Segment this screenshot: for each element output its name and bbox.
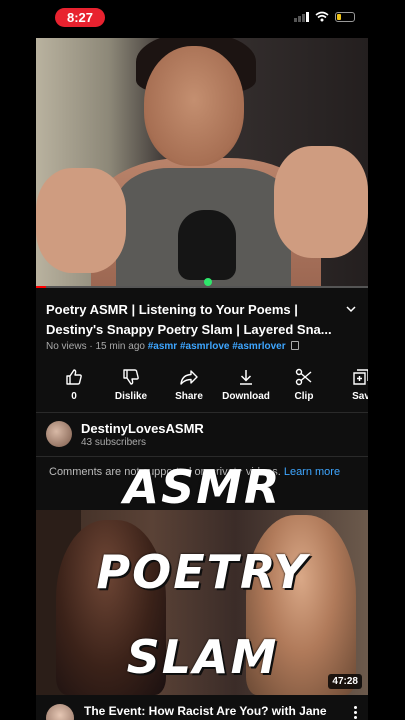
status-bar: 8:27 [0, 0, 405, 36]
chevron-down-icon[interactable] [344, 302, 358, 316]
video-progress-fill [36, 286, 46, 288]
thumbs-up-icon [66, 369, 82, 385]
video-player[interactable] [36, 38, 368, 288]
like-count: 0 [71, 391, 77, 402]
channel-name[interactable]: DestinyLovesASMR [81, 421, 204, 436]
share-label: Share [175, 391, 203, 402]
wifi-icon [315, 11, 329, 22]
more-options-icon[interactable] [354, 706, 358, 720]
share-icon [180, 370, 198, 385]
status-icons [294, 11, 355, 22]
thumbs-down-icon [123, 369, 139, 385]
save-button[interactable]: Sav [331, 368, 368, 402]
dislike-button[interactable]: Dislike [101, 368, 161, 402]
video-title[interactable]: Poetry ASMR | Listening to Your Poems | … [46, 300, 336, 340]
hashtag[interactable]: #asmrlove [180, 341, 229, 352]
save-label: Sav [352, 391, 368, 402]
hashtag[interactable]: #asmr [148, 341, 177, 352]
video-meta: No views · 15 min ago #asmr #asmrlove #a… [46, 341, 300, 352]
download-button[interactable]: Download [216, 368, 276, 402]
next-video-title[interactable]: The Event: How Racist Are You? with Jane [84, 704, 327, 718]
clip-button[interactable]: Clip [274, 368, 334, 402]
avatar[interactable] [46, 704, 74, 720]
status-time: 8:27 [55, 8, 105, 27]
like-button[interactable]: 0 [44, 368, 104, 402]
divider [36, 456, 368, 457]
subscriber-count: 43 subscribers [81, 437, 147, 448]
learn-more-link[interactable]: Learn more [284, 466, 340, 478]
download-label: Download [222, 391, 270, 402]
next-video-row[interactable]: The Event: How Racist Are You? with Jane [36, 700, 368, 720]
comments-notice: Comments are not supported on private vi… [49, 466, 341, 478]
duration-badge: 47:28 [328, 674, 362, 689]
upload-age: 15 min ago [95, 341, 145, 352]
next-video-thumbnail[interactable]: 47:28 [36, 510, 368, 695]
save-icon [353, 369, 368, 385]
view-count: No views [46, 341, 87, 352]
avatar[interactable] [46, 421, 72, 447]
battery-icon [335, 11, 355, 22]
microphone [178, 210, 236, 280]
lock-icon [291, 341, 300, 350]
signal-icon [294, 11, 309, 22]
share-button[interactable]: Share [159, 368, 219, 402]
app-frame: Poetry ASMR | Listening to Your Poems | … [36, 38, 368, 720]
dislike-label: Dislike [114, 391, 148, 402]
video-progress-bar[interactable] [36, 286, 368, 288]
hashtag[interactable]: #asmrlover [232, 341, 285, 352]
download-icon [240, 370, 252, 385]
scissors-icon [295, 368, 312, 386]
divider [36, 412, 368, 413]
action-bar: 0 Dislike Share Download Clip Sav [36, 368, 368, 408]
clip-label: Clip [294, 391, 314, 402]
channel-row[interactable]: DestinyLovesASMR 43 subscribers [46, 421, 366, 451]
